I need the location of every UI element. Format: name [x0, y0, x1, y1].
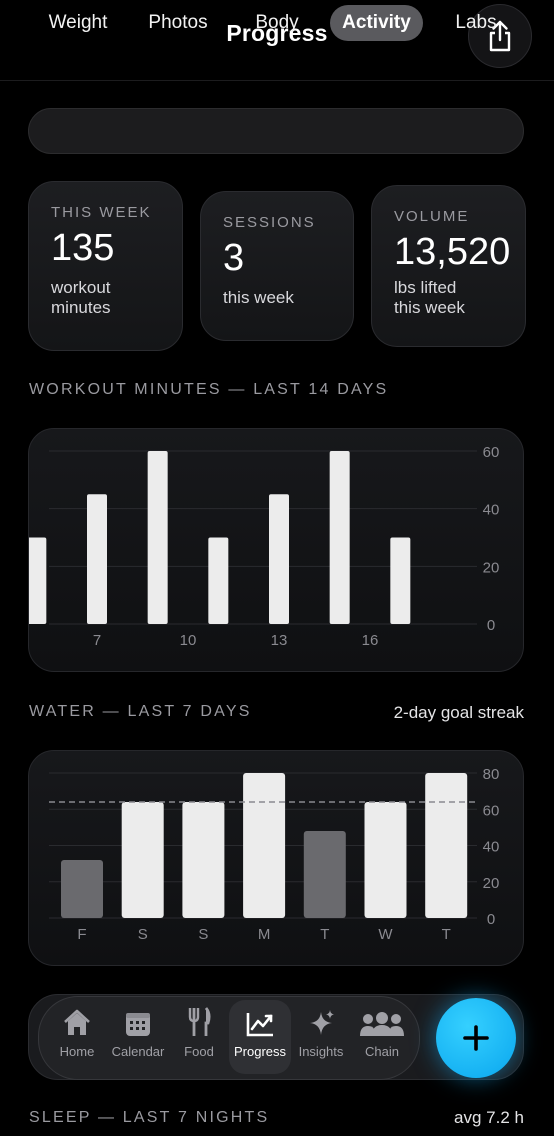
x-tick-label: F [77, 926, 86, 943]
stat-sub: workout minutes [51, 278, 182, 318]
calendar-icon [126, 1013, 150, 1036]
bar [303, 831, 346, 918]
y-tick-label: 40 [483, 839, 500, 856]
bar [29, 537, 47, 624]
x-tick-label: S [198, 926, 208, 943]
workout-section-title: WORKOUT MINUTES — LAST 14 DAYS [29, 381, 389, 398]
y-tick-label: 0 [487, 617, 495, 634]
bar [243, 773, 286, 918]
x-tick-label: M [258, 926, 271, 943]
tab-photos[interactable]: Photos [138, 5, 218, 41]
stat-value: 3 [223, 237, 245, 279]
nav-label: Home [59, 1044, 95, 1059]
x-tick-label: 7 [93, 632, 101, 649]
stat-value: 13,520 [394, 231, 511, 273]
tab-body[interactable]: Body [237, 5, 317, 41]
bar [390, 537, 411, 624]
nav-label: Calendar [111, 1044, 165, 1059]
tab-labs[interactable]: Labs [436, 5, 516, 41]
x-tick-label: 16 [362, 632, 379, 649]
x-tick-label: T [442, 926, 451, 943]
stat-sub: this week [223, 288, 353, 308]
add-button[interactable] [436, 998, 516, 1078]
plus-icon [463, 1025, 489, 1051]
bar [269, 494, 289, 624]
water-chart: 80 60 40 20 0 F S S M T W T [49, 766, 500, 943]
stat-sub: lbs lifted this week [394, 278, 525, 318]
fork-knife-icon [188, 1007, 211, 1036]
goal-streak-label: 2-day goal streak [393, 703, 524, 722]
bar [87, 494, 107, 624]
workout-chart-card: 60 40 20 0 7 10 13 16 [28, 428, 524, 672]
nav-chain[interactable]: Chain [351, 1000, 413, 1074]
y-tick-label: 20 [483, 875, 500, 892]
stat-sub-line: lbs lifted [394, 278, 457, 297]
tab-weight[interactable]: Weight [38, 5, 118, 41]
sleep-section-title: SLEEP — LAST 7 NIGHTS [29, 1109, 270, 1126]
stat-value: 135 [51, 227, 115, 269]
bar [425, 773, 468, 918]
nav-label: Progress [233, 1044, 287, 1059]
x-tick-label: T [320, 926, 329, 943]
sleep-average: avg 7.2 h [454, 1108, 524, 1127]
bar [121, 802, 164, 918]
x-tick-label: 13 [271, 632, 288, 649]
stat-sub-line: this week [223, 288, 294, 307]
bar [329, 451, 350, 624]
nav-calendar[interactable]: Calendar [107, 1000, 169, 1074]
nav-home[interactable]: Home [46, 1000, 108, 1074]
tab-activity[interactable]: Activity [330, 5, 423, 41]
progress-tabs [28, 108, 524, 154]
y-tick-label: 20 [483, 559, 500, 576]
chart-line-icon [246, 1013, 273, 1037]
sparkles-icon [310, 1010, 334, 1035]
x-tick-label: W [378, 926, 393, 943]
y-tick-label: 60 [483, 444, 500, 461]
stat-sub-line: minutes [51, 298, 111, 317]
nav-label: Insights [298, 1044, 344, 1059]
stat-label: SESSIONS [223, 214, 316, 231]
x-tick-label: S [138, 926, 148, 943]
bar [182, 802, 225, 918]
y-tick-label: 0 [487, 911, 495, 928]
nav-label: Chain [365, 1044, 399, 1059]
stat-card-volume: VOLUME 13,520 lbs lifted this week [371, 185, 526, 347]
bar [364, 802, 407, 918]
bar [208, 537, 229, 624]
water-section-title: WATER — LAST 7 DAYS [29, 703, 252, 720]
bar [147, 451, 168, 624]
y-tick-label: 60 [483, 802, 500, 819]
stat-card-this-week: THIS WEEK 135 workout minutes [28, 181, 183, 351]
nav-progress[interactable]: Progress [229, 1000, 291, 1074]
stat-card-sessions: SESSIONS 3 this week [200, 191, 354, 341]
nav-insights[interactable]: Insights [290, 1000, 352, 1074]
people-icon [360, 1012, 404, 1036]
nav-food[interactable]: Food [168, 1000, 230, 1074]
stat-label: VOLUME [394, 208, 470, 225]
workout-minutes-chart: 60 40 20 0 7 10 13 16 [29, 444, 500, 649]
stat-sub-line: workout [51, 278, 111, 297]
stat-label: THIS WEEK [51, 204, 152, 221]
nav-label: Food [184, 1044, 214, 1059]
y-tick-label: 40 [483, 502, 500, 519]
bar [61, 860, 103, 918]
stat-sub-line: this week [394, 298, 465, 317]
water-chart-card: 80 60 40 20 0 F S S M T W T [28, 750, 524, 966]
y-tick-label: 80 [483, 766, 500, 783]
home-icon [64, 1009, 90, 1035]
x-tick-label: 10 [180, 632, 197, 649]
